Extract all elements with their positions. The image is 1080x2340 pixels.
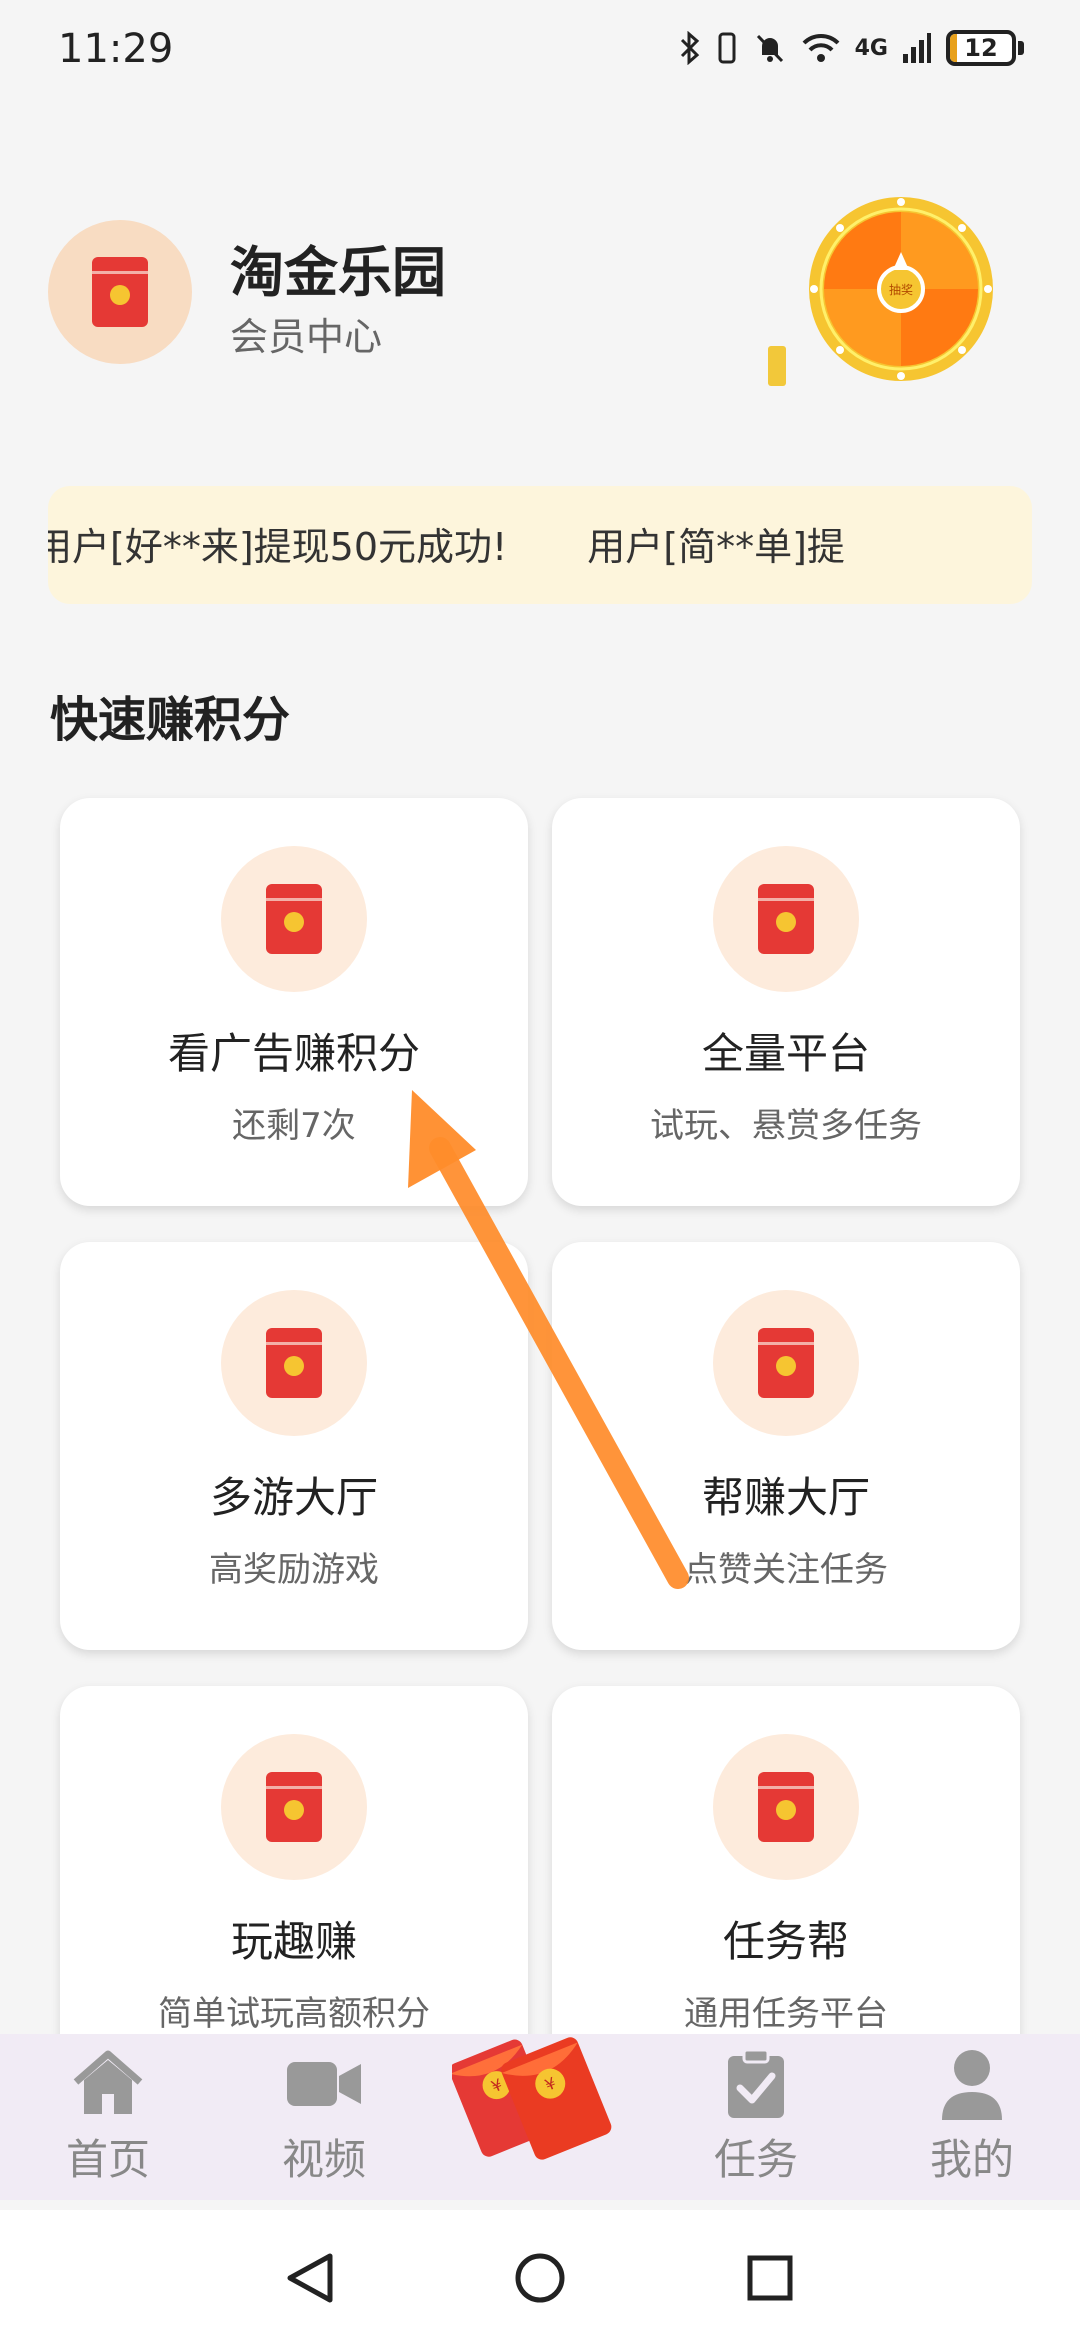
bluetooth-icon: [680, 31, 699, 65]
red-envelope-icon: [758, 1772, 814, 1842]
app-logo: [48, 220, 192, 364]
nav-home[interactable]: 首页: [18, 2034, 198, 2200]
red-envelope-icon: [266, 1772, 322, 1842]
status-time: 11:29: [58, 26, 174, 72]
nav-label: 任务: [713, 2135, 798, 2184]
ticker-item: 用户[好**来]提现50元成功!: [48, 525, 508, 569]
status-icons: 4G 12: [679, 30, 1024, 66]
red-envelope-icon: [266, 884, 322, 954]
user-icon: [942, 2050, 1002, 2120]
card-icon: [221, 846, 367, 992]
card-title: 玩趣赚: [230, 1917, 357, 1966]
wifi-icon: [802, 33, 840, 62]
card-title: 全量平台: [701, 1029, 870, 1078]
bottom-nav: 首页 视频 ¥ ¥ 任务 我的: [0, 2034, 1080, 2200]
video-camera-icon: [287, 2062, 361, 2106]
ticker-track: 用户[好**来]提现50元成功! 用户[简**单]提: [48, 516, 845, 571]
red-envelope-icon: [758, 884, 814, 954]
nav-task[interactable]: 任务: [666, 2034, 846, 2200]
vibrate-icon: [718, 32, 736, 64]
mute-bell-icon: [756, 34, 783, 63]
nav-label: 首页: [65, 2135, 150, 2184]
back-icon[interactable]: [284, 2250, 336, 2306]
card-watch-ads[interactable]: 看广告赚积分 还剩7次: [60, 798, 528, 1206]
card-title: 帮赚大厅: [701, 1473, 870, 1522]
card-subtitle: 试玩、悬赏多任务: [650, 1106, 922, 1146]
app-title: 淘金乐园: [230, 241, 446, 304]
card-icon: [713, 1734, 859, 1880]
signal-icon: [903, 33, 931, 63]
nav-video[interactable]: 视频: [234, 2034, 414, 2200]
app-header: 淘金乐园 会员中心 抽奖: [48, 197, 1038, 386]
card-icon: [221, 1290, 367, 1436]
card-subtitle: 还剩7次: [232, 1106, 356, 1146]
card-icon: [221, 1734, 367, 1880]
nav-label: 我的: [929, 2135, 1014, 2184]
system-nav-bar: [0, 2210, 1080, 2340]
withdraw-ticker: 用户[好**来]提现50元成功! 用户[简**单]提: [48, 486, 1032, 604]
red-envelope-icon: [758, 1328, 814, 1398]
home-circle-icon[interactable]: [514, 2250, 566, 2306]
section-title: 快速赚积分: [50, 692, 291, 748]
battery-level: 12: [964, 34, 998, 62]
card-subtitle: 点赞关注任务: [684, 1550, 888, 1590]
card-full-platform[interactable]: 全量平台 试玩、悬赏多任务: [552, 798, 1020, 1206]
coin-decoration: [768, 346, 786, 386]
card-title: 看广告赚积分: [167, 1029, 420, 1078]
card-icon: [713, 1290, 859, 1436]
lucky-wheel-button[interactable]: 抽奖: [808, 196, 994, 382]
red-envelopes-icon: ¥ ¥: [449, 2037, 612, 2160]
card-title: 任务帮: [722, 1917, 849, 1966]
wheel-label: 抽奖: [889, 283, 913, 297]
battery-indicator: 12: [946, 30, 1024, 66]
nav-mine[interactable]: 我的: [882, 2034, 1062, 2200]
ticker-item: 用户[简**单]提: [587, 525, 845, 569]
network-type: 4G: [854, 35, 888, 61]
card-help-earn[interactable]: 帮赚大厅 点赞关注任务: [552, 1242, 1020, 1650]
card-title: 多游大厅: [209, 1473, 378, 1522]
clipboard-check-icon: [728, 2048, 784, 2118]
card-icon: [713, 846, 859, 992]
card-game-hall[interactable]: 多游大厅 高奖励游戏: [60, 1242, 528, 1650]
red-envelope-icon: [266, 1328, 322, 1398]
app-subtitle: 会员中心: [230, 315, 383, 359]
card-subtitle: 高奖励游戏: [209, 1550, 379, 1590]
home-icon: [73, 2050, 143, 2114]
red-envelope-icon: [92, 257, 148, 327]
recents-icon[interactable]: [744, 2250, 796, 2306]
status-bar: 11:29 4G 12: [0, 0, 1080, 100]
nav-red-envelope[interactable]: ¥ ¥: [449, 2014, 632, 2174]
nav-label: 视频: [281, 2135, 366, 2184]
